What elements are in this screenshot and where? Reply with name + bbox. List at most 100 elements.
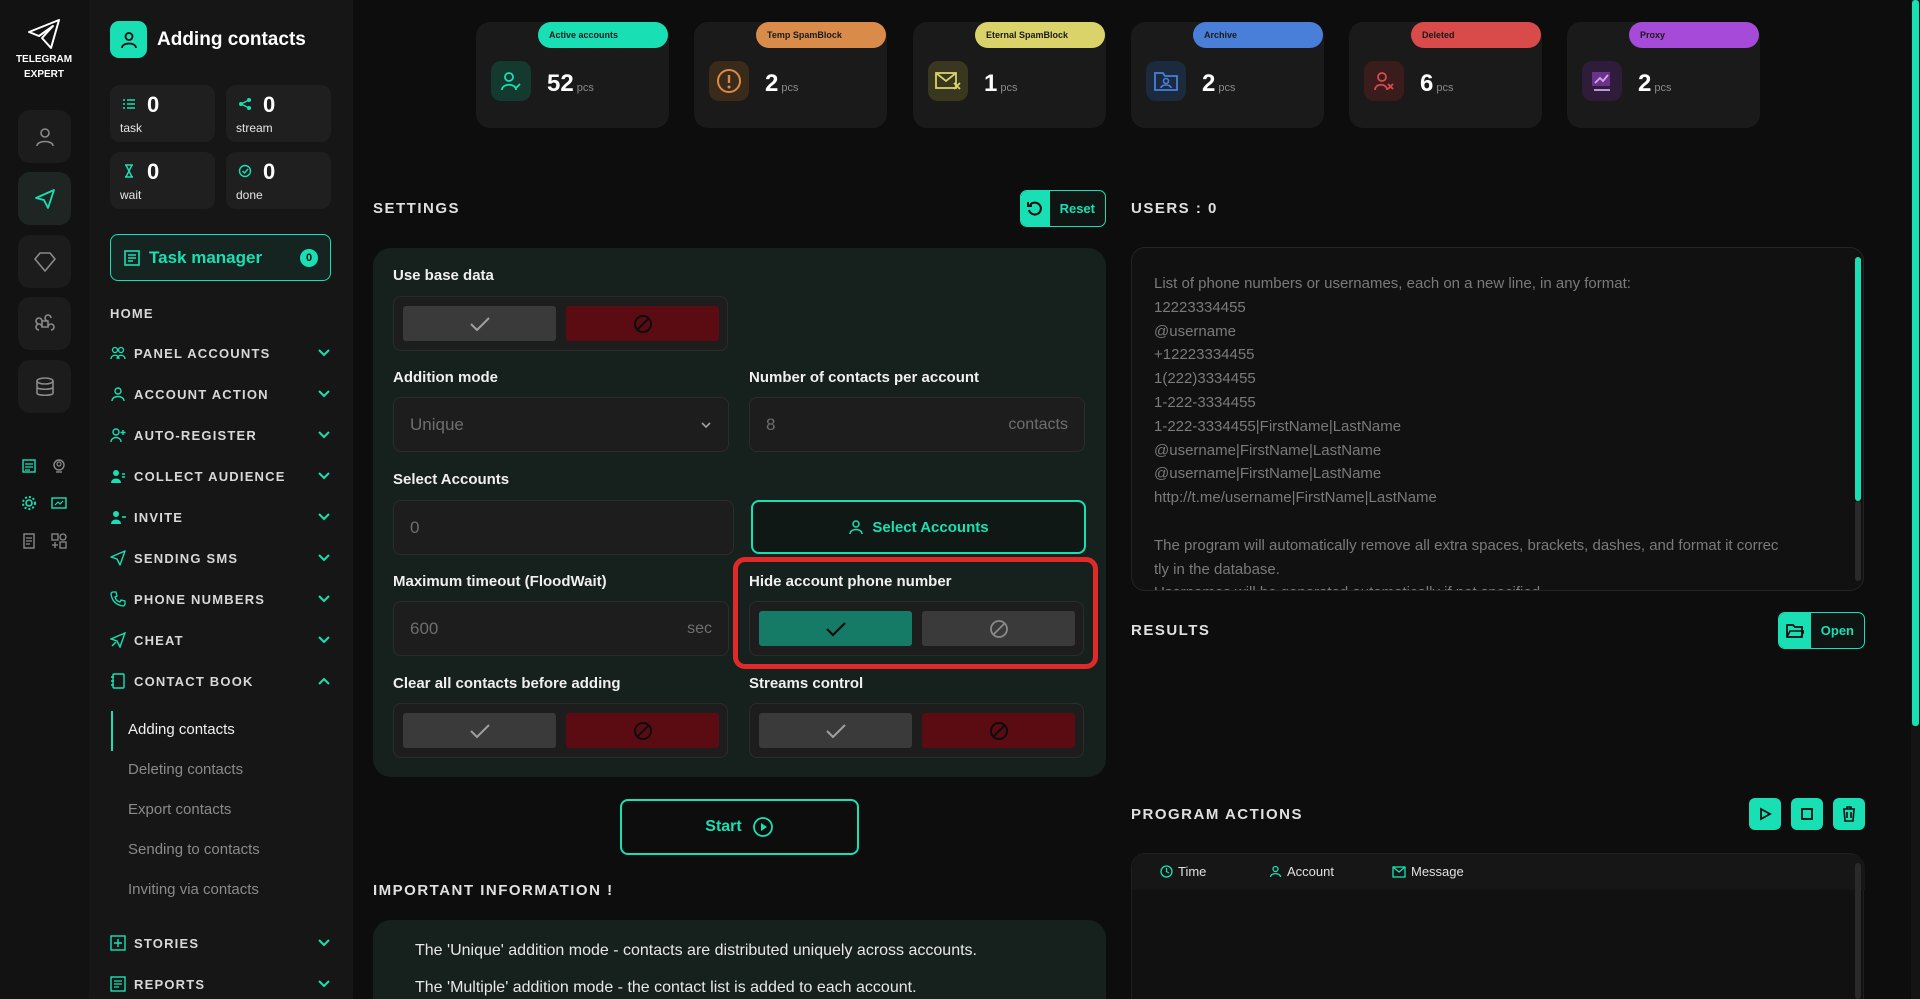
sub-adding-contacts[interactable]: Adding contacts [128,721,235,738]
toggle-no-button[interactable] [566,306,719,341]
addition-mode-select[interactable]: Unique [393,397,729,452]
rail-send-button[interactable] [18,172,71,225]
toggle-no-button[interactable] [566,713,719,748]
list-icon[interactable] [18,455,40,477]
task-list-icon [123,99,135,109]
warning-icon [709,61,749,101]
sub-sending-to-contacts[interactable]: Sending to contacts [128,841,260,858]
log-scrollbar[interactable] [1855,863,1861,999]
chevron-down-icon [318,636,330,644]
sub-inviting-via-contacts[interactable]: Inviting via contacts [128,881,259,898]
stat-label: stream [236,121,273,135]
users-scrollbar[interactable] [1855,257,1861,501]
widgets-icon[interactable] [48,530,70,552]
select-accounts-input[interactable]: 0 [393,500,734,555]
nav-home[interactable]: HOME [110,306,154,321]
counter-tag: Temp SpamBlock [756,22,886,48]
play-button[interactable] [1749,798,1781,830]
toggle-yes-button[interactable] [403,306,556,341]
page-scrollbar[interactable] [1912,0,1919,726]
col-label: Account [1287,864,1334,879]
clear-log-button[interactable] [1833,798,1865,830]
rail-commands-button[interactable] [18,297,71,350]
task-manager-button[interactable]: Task manager 0 [110,234,331,281]
nav-reports[interactable]: REPORTS [110,972,331,996]
counter-value: 2 pcs [765,70,798,98]
users-placeholder: List of phone numbers or usernames, each… [1154,275,1779,590]
info-title: IMPORTANT INFORMATION ! [373,882,614,899]
open-button[interactable]: Open [1778,612,1865,649]
counter-archive[interactable]: Archive 2 pcs [1131,22,1324,128]
command-icon [34,313,55,331]
counter-value: 2 pcs [1202,70,1235,98]
page-title: Adding contacts [157,28,306,50]
contacts-per-account-input[interactable]: 8 contacts [749,397,1085,452]
toggle-yes-button[interactable] [759,713,912,748]
counter-tag: Archive [1193,22,1323,48]
users-title: USERS : 0 [1131,200,1218,217]
app-logo: TELEGRAM EXPERT [10,18,78,80]
max-timeout-input[interactable]: 600 sec [393,601,729,656]
sub-deleting-contacts[interactable]: Deleting contacts [128,761,243,778]
log-col-message[interactable]: Message [1392,864,1464,879]
toggle-yes-button[interactable] [403,713,556,748]
counter-value: 52 pcs [547,70,594,98]
start-button[interactable]: Start [620,799,859,855]
chevron-down-icon [318,472,330,480]
nav-label: CHEAT [134,632,184,648]
chevron-down-icon [318,939,330,947]
users-textarea[interactable]: List of phone numbers or usernames, each… [1131,247,1864,591]
user-icon [849,520,864,535]
notes-icon[interactable] [18,530,40,552]
nav-contact-book[interactable]: CONTACT BOOK [110,669,331,693]
log-col-time[interactable]: Time [1160,864,1206,879]
stop-button[interactable] [1791,798,1823,830]
counter-eternal-spamblock[interactable]: Eternal SpamBlock 1 pcs [913,22,1106,128]
nav-panel-accounts[interactable]: PANEL ACCOUNTS [110,341,331,365]
max-timeout-label: Maximum timeout (FloodWait) [393,573,607,590]
counter-temp-spamblock[interactable]: Temp SpamBlock 2 pcs [694,22,887,128]
counter-number: 2 [1638,70,1652,97]
send-icon [34,188,55,209]
nav-stories[interactable]: STORIES [110,931,331,955]
check-icon [825,723,846,738]
diamond-icon [33,251,56,272]
send-icon [110,550,126,566]
rail-premium-button[interactable] [18,235,71,288]
program-actions-log: Time Account Message [1131,853,1865,999]
nav-label: ACCOUNT ACTION [134,386,269,402]
counter-active-accounts[interactable]: Active accounts 52 pcs [476,22,669,128]
nav-auto-register[interactable]: AUTO-REGISTER [110,423,331,447]
monitor-icon[interactable] [48,492,70,514]
settings-gear-icon[interactable] [18,492,40,514]
chevron-down-icon [318,431,330,439]
toggle-no-button[interactable] [922,713,1075,748]
contact-user-icon [110,21,147,58]
select-accounts-button[interactable]: Select Accounts [751,500,1086,554]
nav-invite[interactable]: INVITE [110,505,331,529]
counter-deleted[interactable]: Deleted 6 pcs [1349,22,1542,128]
nav-phone-numbers[interactable]: PHONE NUMBERS [110,587,331,611]
user-pin-icon[interactable] [48,455,70,477]
check-icon [469,316,490,331]
rail-database-button[interactable] [18,360,71,413]
addition-mode-value: Unique [410,414,464,434]
nav-collect-audience[interactable]: COLLECT AUDIENCE [110,464,331,488]
log-col-account[interactable]: Account [1269,864,1334,879]
counter-unit: pcs [576,82,594,94]
nav-label: SENDING SMS [134,550,239,566]
sub-export-contacts[interactable]: Export contacts [128,801,231,818]
reset-button[interactable]: Reset [1020,190,1106,227]
rail-accounts-button[interactable] [18,110,71,163]
stat-label: wait [120,188,142,202]
stat-value: 0 [147,92,160,117]
app-root: TELEGRAM EXPERT Adding contacts 0 task 0… [0,0,1920,999]
check-circle-icon [238,164,252,178]
nav-label: INVITE [134,509,184,525]
nav-account-action[interactable]: ACCOUNT ACTION [110,382,331,406]
nav-cheat[interactable]: CHEAT [110,628,331,652]
active-indicator [111,711,113,751]
nav-sending-sms[interactable]: SENDING SMS [110,546,331,570]
counter-proxy[interactable]: Proxy 2 pcs [1567,22,1760,128]
users-icon [110,345,126,361]
